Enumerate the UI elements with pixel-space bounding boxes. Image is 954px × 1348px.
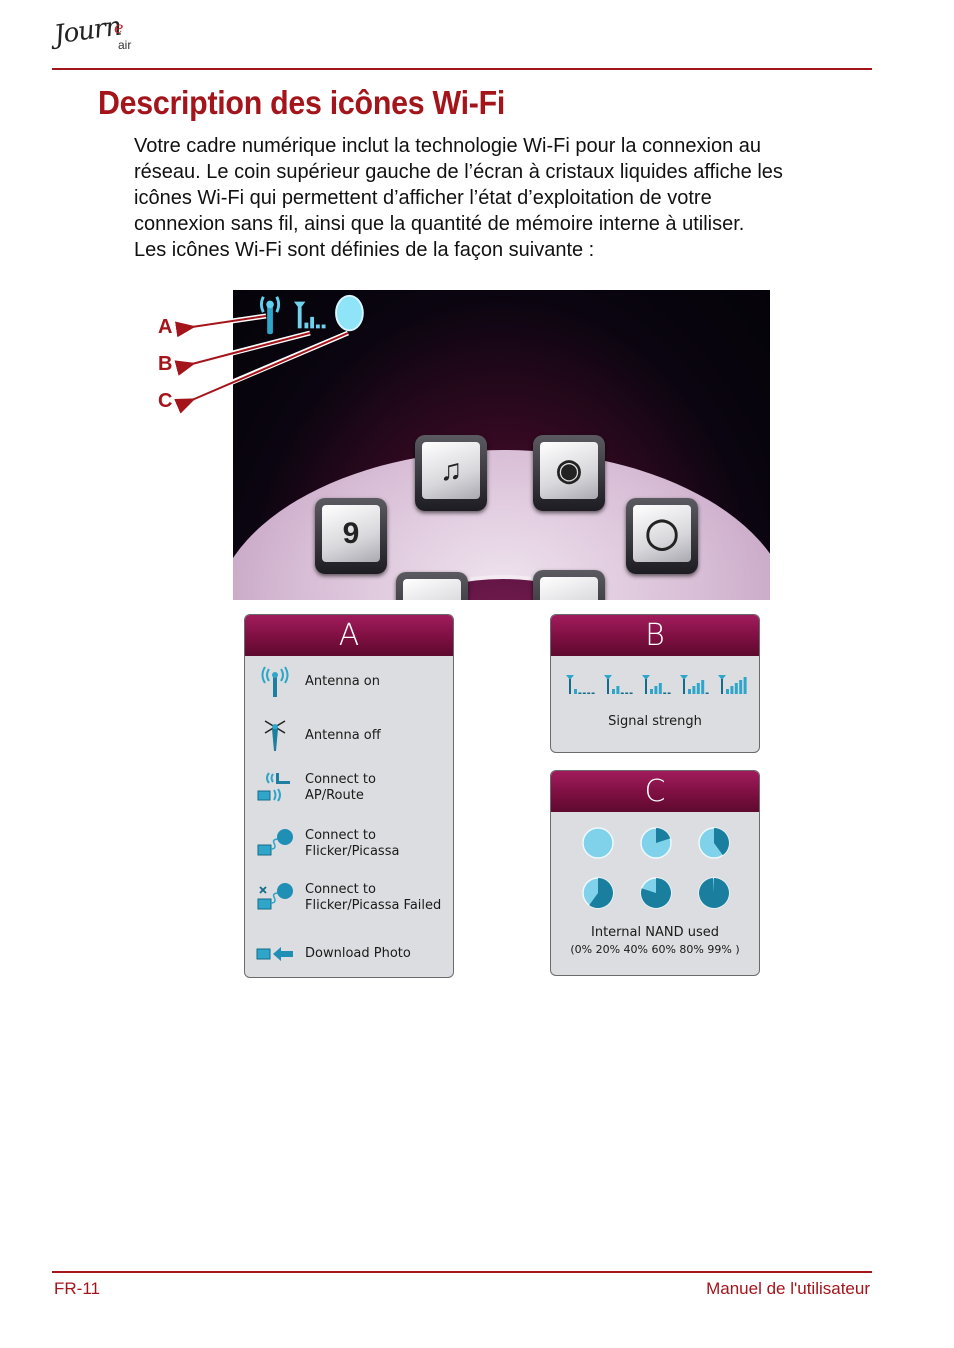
- connect-online-icon: [257, 829, 293, 856]
- panel-a-heading: A: [245, 615, 453, 656]
- signal-bar: [612, 689, 615, 694]
- panel-c-heading: C: [551, 771, 759, 812]
- footer-rule: [52, 1271, 872, 1273]
- signal-bar: [587, 692, 591, 694]
- signal-bar: [667, 692, 671, 694]
- nand-usage-60-icon: [582, 877, 614, 909]
- page-number: FR-11: [54, 1279, 100, 1298]
- nand-usage-40-icon: [698, 827, 730, 859]
- connect-failed-icon: [257, 883, 293, 910]
- signal-bar: [734, 683, 738, 694]
- panel-b-heading: B: [551, 615, 759, 656]
- signal-bar: [692, 686, 696, 694]
- signal-level-2-icon: [604, 675, 633, 694]
- signal-caption: Signal strengh: [608, 714, 702, 729]
- legend-item: Antenna on: [255, 665, 380, 699]
- callout-arrows: [174, 313, 349, 414]
- nand-usage-0-icon: [582, 827, 614, 859]
- signal-bar: [739, 680, 743, 694]
- signal-level-3-icon: [642, 675, 671, 694]
- legend-label: Download Photo: [305, 946, 411, 961]
- signal-bar: [705, 692, 709, 694]
- signal-bar: [620, 692, 624, 694]
- legend-item: Connect to Flicker/Picassa Failed: [255, 881, 441, 915]
- nand-usage-80-icon: [640, 877, 672, 909]
- download-photo-icon: [256, 947, 293, 961]
- nand-usage-99-icon: [698, 877, 730, 909]
- signal-bar: [663, 692, 667, 694]
- signal-bar: [625, 692, 629, 694]
- signal-bar: [616, 686, 620, 694]
- signal-level-icons: [565, 673, 749, 695]
- signal-bar: [629, 692, 633, 694]
- nand-usage-slice: [699, 878, 730, 908]
- signal-bar: [688, 689, 691, 694]
- legend-label: Connect to Flicker/Picassa Failed: [305, 882, 442, 913]
- legend-label: Connect to AP/Route: [305, 772, 376, 803]
- signal-bar: [650, 689, 653, 694]
- signal-bar: [743, 677, 747, 694]
- signal-bar: [654, 686, 658, 694]
- signal-bar: [730, 686, 734, 694]
- signal-level-4-icon: [680, 675, 709, 694]
- signal-bar: [696, 683, 700, 694]
- signal-bar: [701, 680, 705, 694]
- legend-label: Antenna on: [305, 674, 380, 689]
- signal-level-5-icon: [718, 675, 747, 694]
- legend-panel-a: A Antenna on Antenna off Connect to AP/R…: [244, 614, 454, 978]
- connect-ap-icon: [257, 772, 290, 802]
- signal-level-1-icon: [566, 675, 595, 694]
- antenna-on-icon: [261, 666, 289, 697]
- signal-bar: [574, 689, 577, 694]
- signal-bar: [591, 692, 595, 694]
- signal-bar: [578, 692, 582, 694]
- manual-name: Manuel de l'utilisateur: [706, 1279, 870, 1298]
- legend-item: Antenna off: [255, 719, 381, 753]
- nand-usage-icons: [581, 826, 731, 910]
- legend-item: Connect to Flicker/Picassa: [255, 827, 399, 861]
- signal-bar: [726, 689, 729, 694]
- signal-bar: [658, 683, 662, 694]
- legend-panel-c: C Internal NAND used (0% 20% 40% 60% 80%…: [550, 770, 760, 976]
- legend-item: Download Photo: [255, 937, 411, 971]
- nand-caption: Internal NAND used: [591, 925, 719, 940]
- legend-label: Antenna off: [305, 728, 381, 743]
- nand-usage-20-icon: [640, 827, 672, 859]
- antenna-off-icon: [264, 720, 286, 751]
- nand-subcaption: (0% 20% 40% 60% 80% 99% ): [570, 943, 740, 956]
- callout-arrow-a: [174, 313, 267, 338]
- legend-label: Connect to Flicker/Picassa: [305, 828, 400, 859]
- legend-panel-b: B Signal strengh: [550, 614, 760, 753]
- legend-item: Connect to AP/Route: [255, 771, 376, 805]
- signal-bar: [582, 692, 586, 694]
